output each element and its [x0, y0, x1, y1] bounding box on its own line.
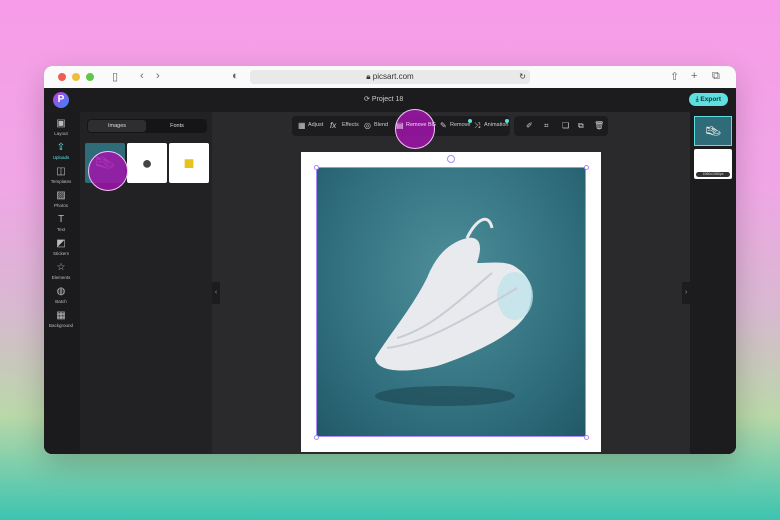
collapse-left-panel-button[interactable]: ‹ [212, 282, 220, 304]
url-text: picsart.com [372, 72, 414, 81]
click-highlight [88, 151, 128, 191]
layers-icon[interactable]: ❏ [562, 121, 569, 130]
browser-window: ▯ ‹ › ◐ 🔒︎ picsart.com ↻ ⇧ + ⧉ P ⟳ Projec… [44, 66, 736, 454]
page-thumb-1[interactable]: 👟︎ [694, 116, 732, 146]
effects-icon: fx [330, 121, 337, 130]
photos-icon: ▨ [56, 190, 66, 201]
resize-handle[interactable] [314, 435, 319, 440]
remove-bg-button[interactable]: Remove BG [406, 122, 436, 128]
share-icon[interactable]: ⇧ [670, 70, 679, 83]
privacy-shield-icon[interactable]: ◐ [232, 70, 239, 82]
background-icon: ▦ [56, 310, 66, 321]
picsart-logo[interactable]: P [53, 92, 69, 108]
upload-icon: ⇪ [56, 142, 66, 153]
effects-button[interactable]: Effects [342, 122, 359, 128]
nav-layout[interactable]: ▣ Layout [44, 118, 78, 136]
uploads-panel: Images Fonts 👟︎ ● ■ [80, 112, 212, 454]
layout-icon: ▣ [56, 118, 66, 129]
nav-templates[interactable]: ◫ Templates [44, 166, 78, 184]
animation-button[interactable]: Animation [484, 122, 508, 128]
delete-icon[interactable]: 🗑︎ [594, 121, 604, 130]
new-badge [505, 119, 509, 123]
sneaker-thumb: 👟︎ [704, 123, 722, 139]
nav-stickers[interactable]: ◩ Stickers [44, 238, 78, 256]
sync-icon: ⟳ [364, 96, 372, 103]
adjust-icon: ▦ [298, 121, 306, 130]
maximize-window-button[interactable] [86, 73, 94, 81]
batch-icon: ◍ [56, 286, 66, 297]
nav-elements[interactable]: ☆ Elements [44, 262, 78, 280]
sidebar-toggle-icon[interactable]: ▯ [112, 70, 118, 83]
remove-bg-icon: ▤ [396, 121, 404, 130]
resize-handle[interactable] [584, 165, 589, 170]
new-tab-icon[interactable]: + [691, 70, 697, 82]
animation-icon: ⤨ [474, 121, 481, 130]
page-size-label: 1080x1080px [696, 172, 730, 177]
nav-background[interactable]: ▦ Background [44, 310, 78, 328]
tab-images[interactable]: Images [88, 120, 146, 132]
remove-button[interactable]: Remove [450, 122, 470, 128]
stickers-icon: ◩ [56, 238, 66, 249]
minimize-window-button[interactable] [72, 73, 80, 81]
nav-batch[interactable]: ◍ Batch [44, 286, 78, 304]
left-nav: ▣ Layout ⇪ Uploads ◫ Templates ▨ Photos T Tex… [44, 112, 78, 454]
export-button[interactable]: ⤓ Export [688, 93, 728, 106]
crop-icon[interactable]: ⌗ [544, 121, 549, 131]
templates-icon: ◫ [56, 166, 66, 177]
new-badge [468, 119, 472, 123]
upload-thumb-cap[interactable]: ● [127, 143, 167, 183]
sneaker-illustration [375, 217, 533, 406]
pages-panel: 👟︎ 1080x1080px [690, 112, 736, 454]
collapse-right-panel-button[interactable]: › [682, 282, 690, 304]
page-thumb-2[interactable]: 1080x1080px [694, 149, 732, 179]
nav-uploads[interactable]: ⇪ Uploads [44, 142, 78, 160]
sneaker-photo[interactable] [316, 167, 586, 437]
image-toolbar: ▦ Adjust fx Effects ◎ Blend ▤ Remove BG ✎ Rem… [292, 109, 510, 149]
design-page[interactable] [301, 152, 601, 452]
eraser-icon[interactable]: ✐ [526, 121, 533, 130]
resize-handle[interactable] [314, 165, 319, 170]
rotate-handle[interactable] [447, 155, 455, 163]
adjust-button[interactable]: Adjust [308, 122, 323, 128]
canvas-area: ▦ Adjust fx Effects ◎ Blend ▤ Remove BG ✎ Rem… [212, 109, 690, 454]
star-icon: ☆ [56, 262, 66, 273]
text-icon: T [57, 214, 65, 225]
remove-icon: ✎ [440, 121, 447, 130]
app-header: P ⟳ Project 18 ⤓ Export [44, 88, 736, 112]
nav-text[interactable]: T Text [44, 214, 78, 232]
tabs-overview-icon[interactable]: ⧉ [712, 70, 720, 83]
upload-thumb-backpack[interactable]: ■ [169, 143, 209, 183]
tab-fonts[interactable]: Fonts [148, 120, 206, 132]
object-toolbar: ✐ ⌗ ❏ ⧉ 🗑︎ [514, 116, 608, 136]
blend-button[interactable]: Blend [374, 122, 388, 128]
resize-handle[interactable] [584, 435, 589, 440]
browser-titlebar: ▯ ‹ › ◐ 🔒︎ picsart.com ↻ ⇧ + ⧉ [44, 66, 736, 88]
cap-image: ● [141, 152, 153, 173]
duplicate-icon[interactable]: ⧉ [578, 121, 584, 131]
reload-icon[interactable]: ↻ [519, 70, 526, 84]
panel-tabs: Images Fonts [87, 119, 207, 133]
project-title[interactable]: ⟳ Project 18 [364, 95, 403, 103]
address-bar[interactable]: 🔒︎ picsart.com ↻ [250, 70, 530, 84]
back-icon[interactable]: ‹ [140, 70, 144, 82]
nav-photos[interactable]: ▨ Photos [44, 190, 78, 208]
forward-icon[interactable]: › [156, 70, 160, 82]
close-window-button[interactable] [58, 73, 66, 81]
backpack-image: ■ [183, 152, 195, 173]
blend-icon: ◎ [364, 121, 371, 130]
